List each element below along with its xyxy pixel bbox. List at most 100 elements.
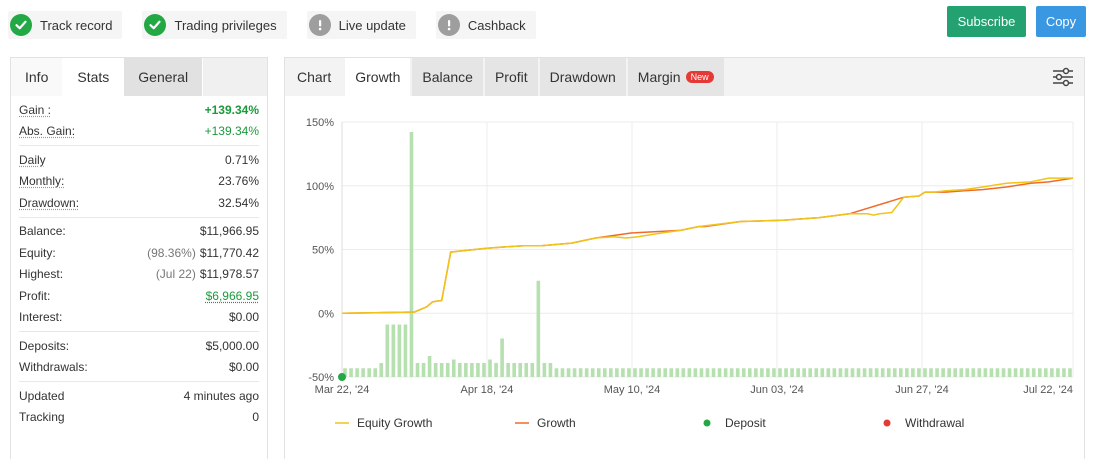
stat-interest: Interest: $0.00 bbox=[19, 310, 259, 325]
volume-bar bbox=[1068, 368, 1072, 377]
y-tick-label: -50% bbox=[308, 372, 334, 384]
volume-bar bbox=[850, 368, 855, 377]
volume-bar bbox=[832, 368, 837, 377]
check-icon bbox=[10, 14, 32, 36]
stats-list: Gain : +139.34% Abs. Gain: +139.34% Daily 0… bbox=[11, 96, 267, 431]
volume-bar bbox=[439, 363, 444, 377]
volume-bar bbox=[772, 368, 776, 377]
status-badges: Track record Trading privileges Live upd… bbox=[8, 11, 536, 39]
volume-bar bbox=[802, 368, 806, 377]
filter-settings-icon[interactable] bbox=[1052, 67, 1074, 87]
new-badge: New bbox=[685, 71, 714, 83]
volume-bar bbox=[560, 368, 565, 377]
volume-bar bbox=[433, 363, 438, 377]
tab-info[interactable]: Info bbox=[11, 58, 64, 96]
copy-button[interactable]: Copy bbox=[1036, 6, 1086, 37]
volume-bar bbox=[989, 368, 994, 377]
volume-bar bbox=[506, 363, 510, 377]
volume-bar bbox=[651, 368, 655, 377]
volume-bar bbox=[379, 363, 384, 377]
growth-chart: 150% 100% 50% 0% -50% Mar 22, '24 Apr 18, '24… bbox=[306, 117, 1074, 430]
volume-bar bbox=[784, 368, 788, 377]
volume-bar bbox=[929, 368, 933, 377]
volume-bar bbox=[621, 368, 625, 377]
volume-bar bbox=[403, 324, 408, 377]
volume-bar bbox=[941, 368, 945, 377]
volume-bar bbox=[995, 368, 1000, 377]
tab-balance[interactable]: Balance bbox=[412, 58, 483, 96]
volume-bar bbox=[808, 368, 813, 377]
check-icon bbox=[144, 14, 167, 36]
stat-drawdown: Drawdown: 32.54% bbox=[19, 195, 259, 210]
volume-bar bbox=[451, 359, 456, 377]
badge-trading-privileges[interactable]: Trading privileges bbox=[142, 11, 287, 39]
badge-cashback[interactable]: Cashback bbox=[435, 11, 536, 39]
chart-tabs: Chart Growth Balance Profit Drawdown Mar… bbox=[285, 58, 1084, 96]
chart-panel: Chart Growth Balance Profit Drawdown Mar… bbox=[284, 57, 1085, 459]
volume-bar bbox=[355, 368, 359, 377]
subscribe-button[interactable]: Subscribe bbox=[947, 6, 1026, 37]
volume-bar bbox=[766, 368, 770, 377]
volume-bar bbox=[675, 368, 680, 377]
volume-bar bbox=[747, 368, 752, 377]
tab-margin[interactable]: Margin New bbox=[627, 58, 724, 96]
volume-bar bbox=[609, 368, 613, 377]
volume-bar bbox=[421, 363, 426, 377]
volume-bar bbox=[729, 368, 734, 377]
volume-bar bbox=[735, 368, 740, 377]
volume-bar bbox=[554, 368, 559, 377]
tab-drawdown[interactable]: Drawdown bbox=[539, 58, 626, 96]
legend-withdrawal: Withdrawal bbox=[905, 416, 964, 430]
volume-bar bbox=[723, 368, 728, 377]
volume-bar bbox=[953, 368, 958, 377]
volume-bar bbox=[1031, 368, 1036, 377]
volume-bar bbox=[367, 368, 371, 377]
volume-bar bbox=[796, 368, 800, 377]
volume-bar bbox=[1019, 368, 1024, 377]
volume-bar bbox=[409, 132, 414, 377]
stat-highest: Highest: (Jul 22) $11,978.57 bbox=[19, 267, 259, 282]
volume-bar bbox=[699, 368, 704, 377]
volume-bar bbox=[905, 368, 909, 377]
volume-bar bbox=[627, 368, 631, 377]
volume-bar bbox=[572, 368, 577, 377]
volume-bar bbox=[464, 363, 468, 377]
volume-bar bbox=[1050, 368, 1054, 377]
stat-gain: Gain : +139.34% bbox=[19, 102, 259, 117]
volume-bar bbox=[892, 368, 897, 377]
left-tabs: Info Stats General bbox=[11, 58, 267, 96]
volume-bar bbox=[482, 363, 486, 377]
stats-panel: Info Stats General Gain : +139.34% Abs. G… bbox=[10, 57, 268, 459]
volume-bar bbox=[536, 280, 541, 377]
tab-general[interactable]: General bbox=[124, 58, 204, 96]
volume-bar bbox=[494, 363, 498, 377]
tab-stats[interactable]: Stats bbox=[63, 58, 125, 96]
stat-profit: Profit: $6,966.95 bbox=[19, 288, 259, 303]
equity-growth-line bbox=[341, 177, 1073, 315]
volume-bar bbox=[693, 368, 698, 377]
volume-bar bbox=[633, 368, 637, 377]
y-tick-label: 100% bbox=[306, 181, 334, 193]
badge-live-update[interactable]: Live update bbox=[306, 11, 416, 39]
badge-track-record[interactable]: Track record bbox=[8, 11, 123, 39]
volume-bar bbox=[500, 338, 504, 377]
volume-bar bbox=[415, 363, 420, 377]
badge-label: Track record bbox=[40, 17, 113, 33]
volume-bar bbox=[566, 368, 571, 377]
y-tick-label: 0% bbox=[318, 308, 334, 320]
volume-bar bbox=[385, 324, 390, 377]
volume-bar bbox=[705, 368, 710, 377]
tab-growth[interactable]: Growth bbox=[345, 58, 411, 96]
chart-grid bbox=[341, 121, 1074, 378]
tab-profit[interactable]: Profit bbox=[484, 58, 538, 96]
volume-bar bbox=[639, 368, 643, 377]
stat-tracking: Tracking 0 bbox=[19, 410, 259, 425]
volume-bar bbox=[760, 368, 764, 377]
volume-bar bbox=[602, 368, 607, 377]
volume-bar bbox=[814, 368, 819, 377]
volume-bar bbox=[518, 363, 523, 377]
volume-bar bbox=[935, 368, 939, 377]
volume-bar bbox=[596, 368, 601, 377]
volume-bar bbox=[512, 363, 516, 377]
tab-chart[interactable]: Chart bbox=[285, 58, 344, 96]
